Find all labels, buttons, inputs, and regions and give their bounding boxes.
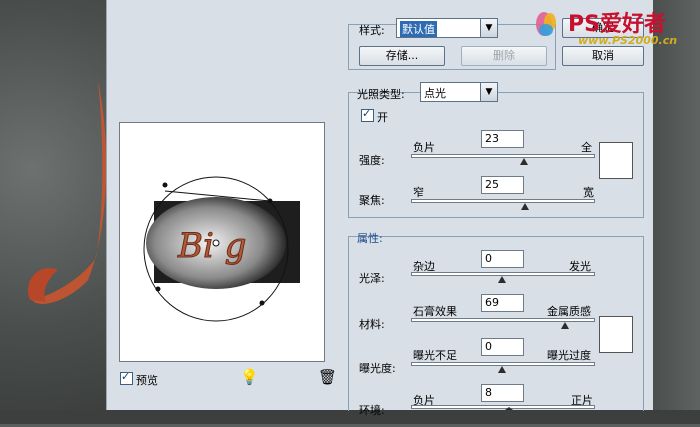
light-type-select[interactable]: 点光 ▼ [420, 82, 498, 102]
ambience-slider[interactable] [411, 405, 595, 409]
exposure-label: 曝光度: [359, 362, 396, 375]
lobster-claw-image [28, 80, 107, 304]
focus-max-label: 宽 [583, 186, 594, 199]
background-texture-right [652, 0, 700, 424]
light-type-value: 点光 [424, 87, 446, 100]
delete-button[interactable]: 删除 [461, 46, 547, 66]
material-label: 材料: [359, 318, 385, 331]
gloss-label: 光泽: [359, 272, 385, 285]
intensity-input[interactable]: 23 [481, 130, 524, 148]
material-min-label: 石膏效果 [413, 305, 457, 318]
gloss-input[interactable]: 0 [481, 250, 524, 268]
focus-slider-thumb[interactable] [520, 203, 529, 210]
material-max-label: 金属质感 [547, 305, 591, 318]
ambience-input[interactable]: 8 [481, 384, 524, 402]
material-input[interactable]: 69 [481, 294, 524, 312]
exposure-max-label: 曝光过度 [547, 349, 591, 362]
light-type-label: 光照类型: [357, 88, 405, 101]
gloss-slider-thumb[interactable] [498, 276, 506, 283]
light-bulb-icon[interactable]: 💡 [240, 368, 259, 386]
exposure-slider-thumb[interactable] [498, 366, 506, 373]
svg-text:Bi g: Bi g [177, 226, 246, 266]
style-select[interactable]: 默认值 ▼ [396, 18, 498, 38]
style-label: 样式: [359, 24, 385, 37]
intensity-slider[interactable] [411, 154, 595, 158]
intensity-max-label: 全 [581, 141, 592, 154]
preview-canvas[interactable]: Bi g [119, 122, 325, 362]
light-on-label: 开 [377, 111, 388, 124]
properties-title: 属性: [357, 232, 383, 245]
focus-label: 聚焦: [359, 194, 385, 207]
preview-checkbox[interactable] [120, 370, 133, 385]
ambience-label: 环境: [359, 404, 385, 417]
exposure-input[interactable]: 0 [481, 338, 524, 356]
cancel-button[interactable]: 取消 [562, 46, 644, 66]
watermark-logo: PS爱好者 www.PS2000.cn [534, 4, 686, 48]
lighting-effects-dialog: Bi g 预览 💡 🗑 样式: 默认值 ▼ 存储... 删除 确定 取消 光照类… [106, 0, 653, 417]
intensity-slider-thumb[interactable] [519, 158, 528, 165]
exposure-min-label: 曝光不足 [413, 349, 457, 362]
material-color-swatch[interactable] [599, 316, 633, 353]
focus-slider[interactable] [411, 199, 595, 203]
chevron-down-icon: ▼ [480, 83, 497, 101]
ambience-slider-thumb[interactable] [505, 407, 514, 410]
intensity-min-label: 负片 [413, 141, 435, 154]
save-button[interactable]: 存储... [359, 46, 445, 66]
background-strip-bottom [0, 410, 700, 424]
material-slider-thumb[interactable] [560, 322, 569, 329]
chevron-down-icon: ▼ [480, 19, 497, 37]
background-texture-left [0, 0, 107, 424]
light-on-checkbox[interactable] [361, 107, 374, 122]
watermark-url: www.PS2000.cn [578, 34, 678, 47]
light-color-swatch[interactable] [599, 142, 633, 179]
style-value: 默认值 [400, 21, 437, 37]
trash-icon[interactable]: 🗑 [318, 368, 337, 386]
intensity-label: 强度: [359, 154, 385, 167]
preview-image: Bi g [143, 176, 300, 322]
focus-input[interactable]: 25 [481, 176, 524, 194]
focus-min-label: 窄 [413, 186, 424, 199]
preview-label: 预览 [136, 374, 158, 387]
